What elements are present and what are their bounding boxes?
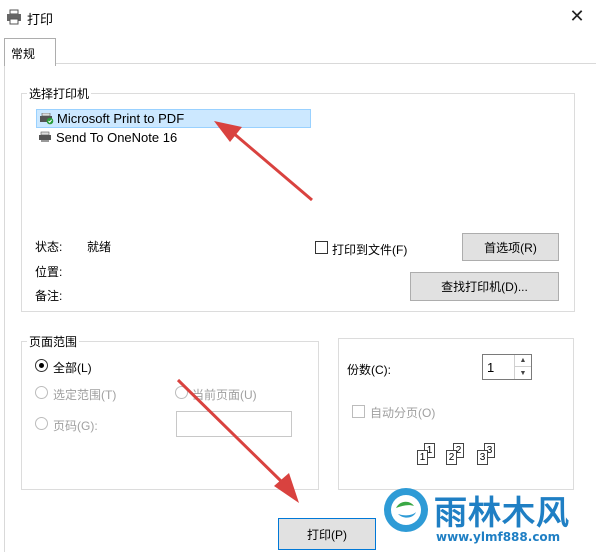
window-title: 打印: [27, 12, 54, 27]
copies-label: 份数(C):: [347, 363, 391, 377]
status-value: 就绪: [87, 240, 112, 254]
watermark-url: www.ylmf888.com: [436, 530, 561, 544]
printer-name: Send To OneNote 16: [56, 130, 178, 145]
printer-list[interactable]: Microsoft Print to PDF Send To OneNote 1…: [36, 109, 311, 149]
range-current-page-radio[interactable]: [175, 386, 188, 399]
find-printer-button[interactable]: 查找打印机(D)...: [410, 272, 559, 301]
preferences-button[interactable]: 首选项(R): [462, 233, 559, 261]
printer-icon: [7, 9, 21, 25]
printer-name: Microsoft Print to PDF: [57, 111, 185, 126]
printer-item-pdf[interactable]: Microsoft Print to PDF: [36, 109, 311, 128]
watermark: 雨林木风 www.ylmf888.com: [378, 480, 600, 552]
printer-item-onenote[interactable]: Send To OneNote 16: [36, 128, 311, 147]
range-pages-label: 页码(G):: [53, 419, 98, 433]
printer-group-legend: 选择打印机: [27, 85, 92, 102]
comment-label: 备注:: [35, 289, 63, 303]
range-current-page-label: 当前页面(U): [192, 388, 257, 402]
spin-up-icon[interactable]: ▲: [515, 355, 531, 367]
location-label: 位置:: [35, 265, 63, 279]
copies-spinner[interactable]: 1 ▲ ▼: [482, 354, 532, 380]
print-to-file-checkbox[interactable]: [315, 241, 328, 254]
page-sheet: 1: [417, 450, 428, 465]
title-bar: 打印 ✕: [0, 0, 600, 34]
range-selection-radio[interactable]: [35, 386, 48, 399]
printer-default-icon: [40, 113, 54, 125]
spinner-buttons: ▲ ▼: [514, 355, 531, 379]
page-sheet: 3: [477, 450, 488, 465]
range-all-radio[interactable]: [35, 359, 48, 372]
tab-general[interactable]: 常规: [4, 38, 56, 66]
close-icon: ✕: [569, 5, 585, 26]
range-selection-label: 选定范围(T): [53, 388, 117, 402]
collate-checkbox[interactable]: [352, 405, 365, 418]
copies-value: 1: [487, 360, 495, 375]
page-range-legend: 页面范围: [27, 333, 80, 350]
range-all-label: 全部(L): [53, 361, 92, 375]
watermark-logo-icon: [384, 488, 428, 532]
print-to-file-label: 打印到文件(F): [332, 243, 408, 257]
printer-icon: [39, 131, 51, 142]
tab-strip: 常规: [0, 34, 600, 66]
print-button[interactable]: 打印(P): [278, 518, 376, 550]
collate-preview-icon: 1 1 2 2 3 3: [412, 440, 502, 470]
spin-down-icon[interactable]: ▼: [515, 367, 531, 379]
close-button[interactable]: ✕: [554, 0, 600, 32]
watermark-name: 雨林木风: [434, 493, 570, 532]
collate-label: 自动分页(O): [370, 406, 436, 420]
page-sheet: 2: [446, 450, 457, 465]
status-label: 状态:: [35, 240, 63, 254]
pages-input[interactable]: [176, 411, 292, 437]
range-pages-radio[interactable]: [35, 417, 48, 430]
